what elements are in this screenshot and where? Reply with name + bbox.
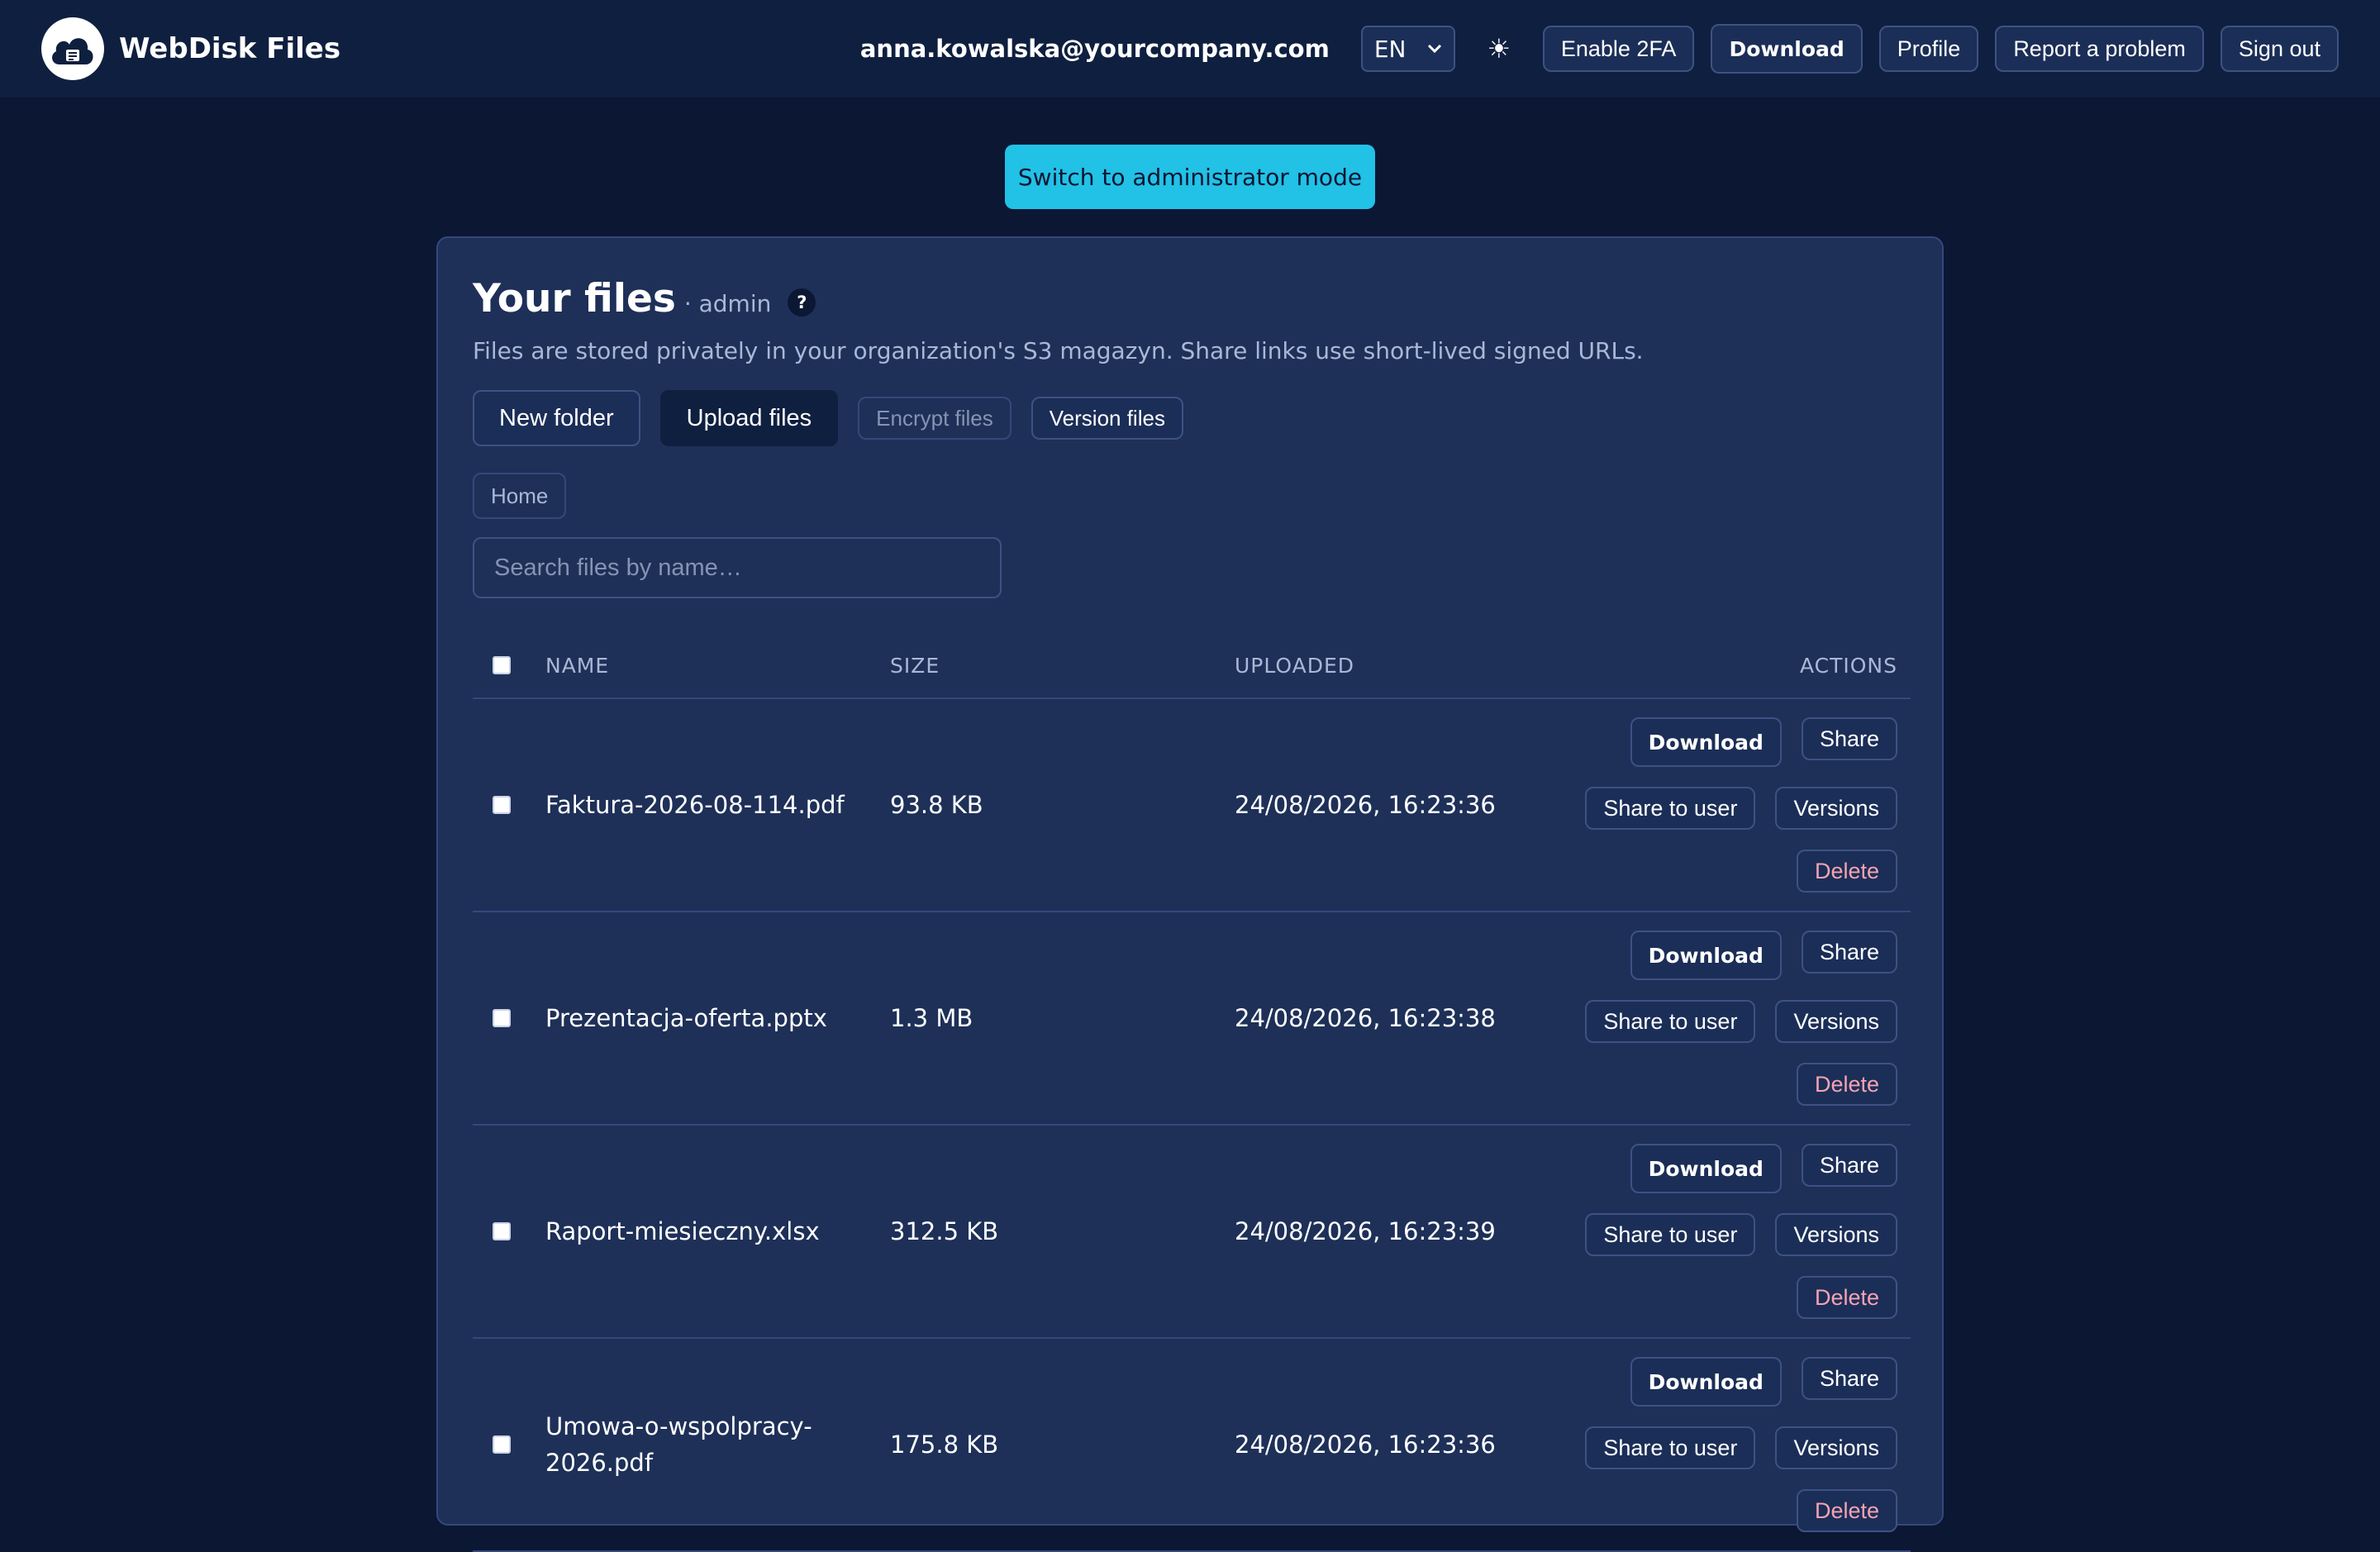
- admin-mode-button[interactable]: Switch to administrator mode: [1005, 145, 1375, 209]
- table-row: Raport-miesieczny.xlsx 312.5 KB 24/08/20…: [473, 1126, 1911, 1339]
- column-actions: ACTIONS: [1799, 653, 1897, 678]
- file-size: 93.8 KB: [890, 791, 983, 819]
- files-panel: Your files · admin ? Files are stored pr…: [436, 236, 1944, 1552]
- role-label: · admin: [683, 290, 772, 317]
- files-toolbar: New folder Upload files Encrypt files Ve…: [473, 390, 1183, 446]
- table-row: Prezentacja-oferta.pptx 1.3 MB 24/08/202…: [473, 912, 1911, 1126]
- breadcrumb-home[interactable]: Home: [473, 473, 567, 519]
- search-input[interactable]: [473, 537, 1002, 598]
- file-uploaded: 24/08/2026, 16:23:39: [1235, 1217, 1496, 1245]
- share-button[interactable]: Share: [1801, 1144, 1897, 1187]
- file-uploaded: 24/08/2026, 16:23:36: [1235, 1431, 1496, 1459]
- upload-files-button[interactable]: Upload files: [659, 390, 839, 446]
- download-app-button[interactable]: Download: [1711, 24, 1863, 74]
- cloud-logo-icon: [41, 17, 104, 80]
- versions-button[interactable]: Versions: [1775, 787, 1897, 830]
- row-checkbox[interactable]: [493, 1009, 511, 1027]
- file-name[interactable]: Umowa-o-wspolpracy-2026.pdf: [545, 1408, 843, 1481]
- select-all-checkbox[interactable]: [493, 656, 511, 674]
- user-email: anna.kowalska@yourcompany.com: [859, 35, 1330, 63]
- profile-button[interactable]: Profile: [1878, 26, 1979, 72]
- share-button[interactable]: Share: [1801, 931, 1897, 974]
- files-description: Files are stored privately in your organ…: [473, 337, 1644, 364]
- file-size: 1.3 MB: [890, 1004, 973, 1032]
- table-row: Faktura-2026-08-114.pdf 93.8 KB 24/08/20…: [473, 699, 1911, 912]
- column-size[interactable]: SIZE: [890, 654, 1235, 678]
- files-title: Your files: [473, 276, 676, 321]
- language-select[interactable]: EN: [1360, 26, 1455, 72]
- share-to-user-button[interactable]: Share to user: [1585, 1000, 1756, 1043]
- table-header: NAME SIZE UPLOADED ACTIONS: [473, 633, 1911, 699]
- sign-out-button[interactable]: Sign out: [2220, 26, 2339, 72]
- download-button[interactable]: Download: [1630, 1144, 1782, 1193]
- file-size: 175.8 KB: [890, 1431, 999, 1459]
- download-button[interactable]: Download: [1630, 931, 1782, 980]
- file-size: 312.5 KB: [890, 1217, 999, 1245]
- chevron-down-icon: [1427, 44, 1441, 54]
- language-value: EN: [1373, 35, 1407, 63]
- top-navbar: WebDisk Files anna.kowalska@yourcompany.…: [0, 0, 2380, 98]
- report-problem-button[interactable]: Report a problem: [1995, 26, 2204, 72]
- download-button[interactable]: Download: [1630, 1357, 1782, 1407]
- share-to-user-button[interactable]: Share to user: [1585, 787, 1756, 830]
- column-uploaded[interactable]: UPLOADED: [1235, 654, 1565, 678]
- version-files-button[interactable]: Version files: [1031, 397, 1183, 440]
- enable-2fa-button[interactable]: Enable 2FA: [1542, 26, 1695, 72]
- encrypt-files-button[interactable]: Encrypt files: [858, 397, 1011, 440]
- sun-icon[interactable]: ☀: [1478, 26, 1520, 72]
- share-to-user-button[interactable]: Share to user: [1585, 1426, 1756, 1469]
- share-button[interactable]: Share: [1801, 717, 1897, 760]
- file-name[interactable]: Faktura-2026-08-114.pdf: [545, 787, 890, 823]
- brand-name: WebDisk Files: [119, 32, 341, 65]
- table-row: Umowa-o-wspolpracy-2026.pdf 175.8 KB 24/…: [473, 1339, 1911, 1552]
- delete-button[interactable]: Delete: [1796, 1063, 1897, 1106]
- share-button[interactable]: Share: [1801, 1357, 1897, 1400]
- versions-button[interactable]: Versions: [1775, 1426, 1897, 1469]
- versions-button[interactable]: Versions: [1775, 1000, 1897, 1043]
- share-to-user-button[interactable]: Share to user: [1585, 1213, 1756, 1256]
- file-uploaded: 24/08/2026, 16:23:38: [1235, 1004, 1496, 1032]
- file-name[interactable]: Raport-miesieczny.xlsx: [545, 1213, 890, 1250]
- row-checkbox[interactable]: [493, 1435, 511, 1454]
- delete-button[interactable]: Delete: [1796, 850, 1897, 893]
- brand[interactable]: WebDisk Files: [41, 17, 340, 80]
- delete-button[interactable]: Delete: [1796, 1489, 1897, 1532]
- row-checkbox[interactable]: [493, 1222, 511, 1240]
- files-table: NAME SIZE UPLOADED ACTIONS Faktura-2026-…: [473, 633, 1911, 1552]
- delete-button[interactable]: Delete: [1796, 1276, 1897, 1319]
- help-icon[interactable]: ?: [788, 288, 816, 317]
- file-uploaded: 24/08/2026, 16:23:36: [1235, 791, 1496, 819]
- versions-button[interactable]: Versions: [1775, 1213, 1897, 1256]
- download-button[interactable]: Download: [1630, 717, 1782, 767]
- new-folder-button[interactable]: New folder: [473, 390, 640, 446]
- page-title: Your files · admin ?: [473, 276, 816, 321]
- file-name[interactable]: Prezentacja-oferta.pptx: [545, 1000, 890, 1036]
- row-checkbox[interactable]: [493, 796, 511, 814]
- column-name[interactable]: NAME: [545, 654, 890, 678]
